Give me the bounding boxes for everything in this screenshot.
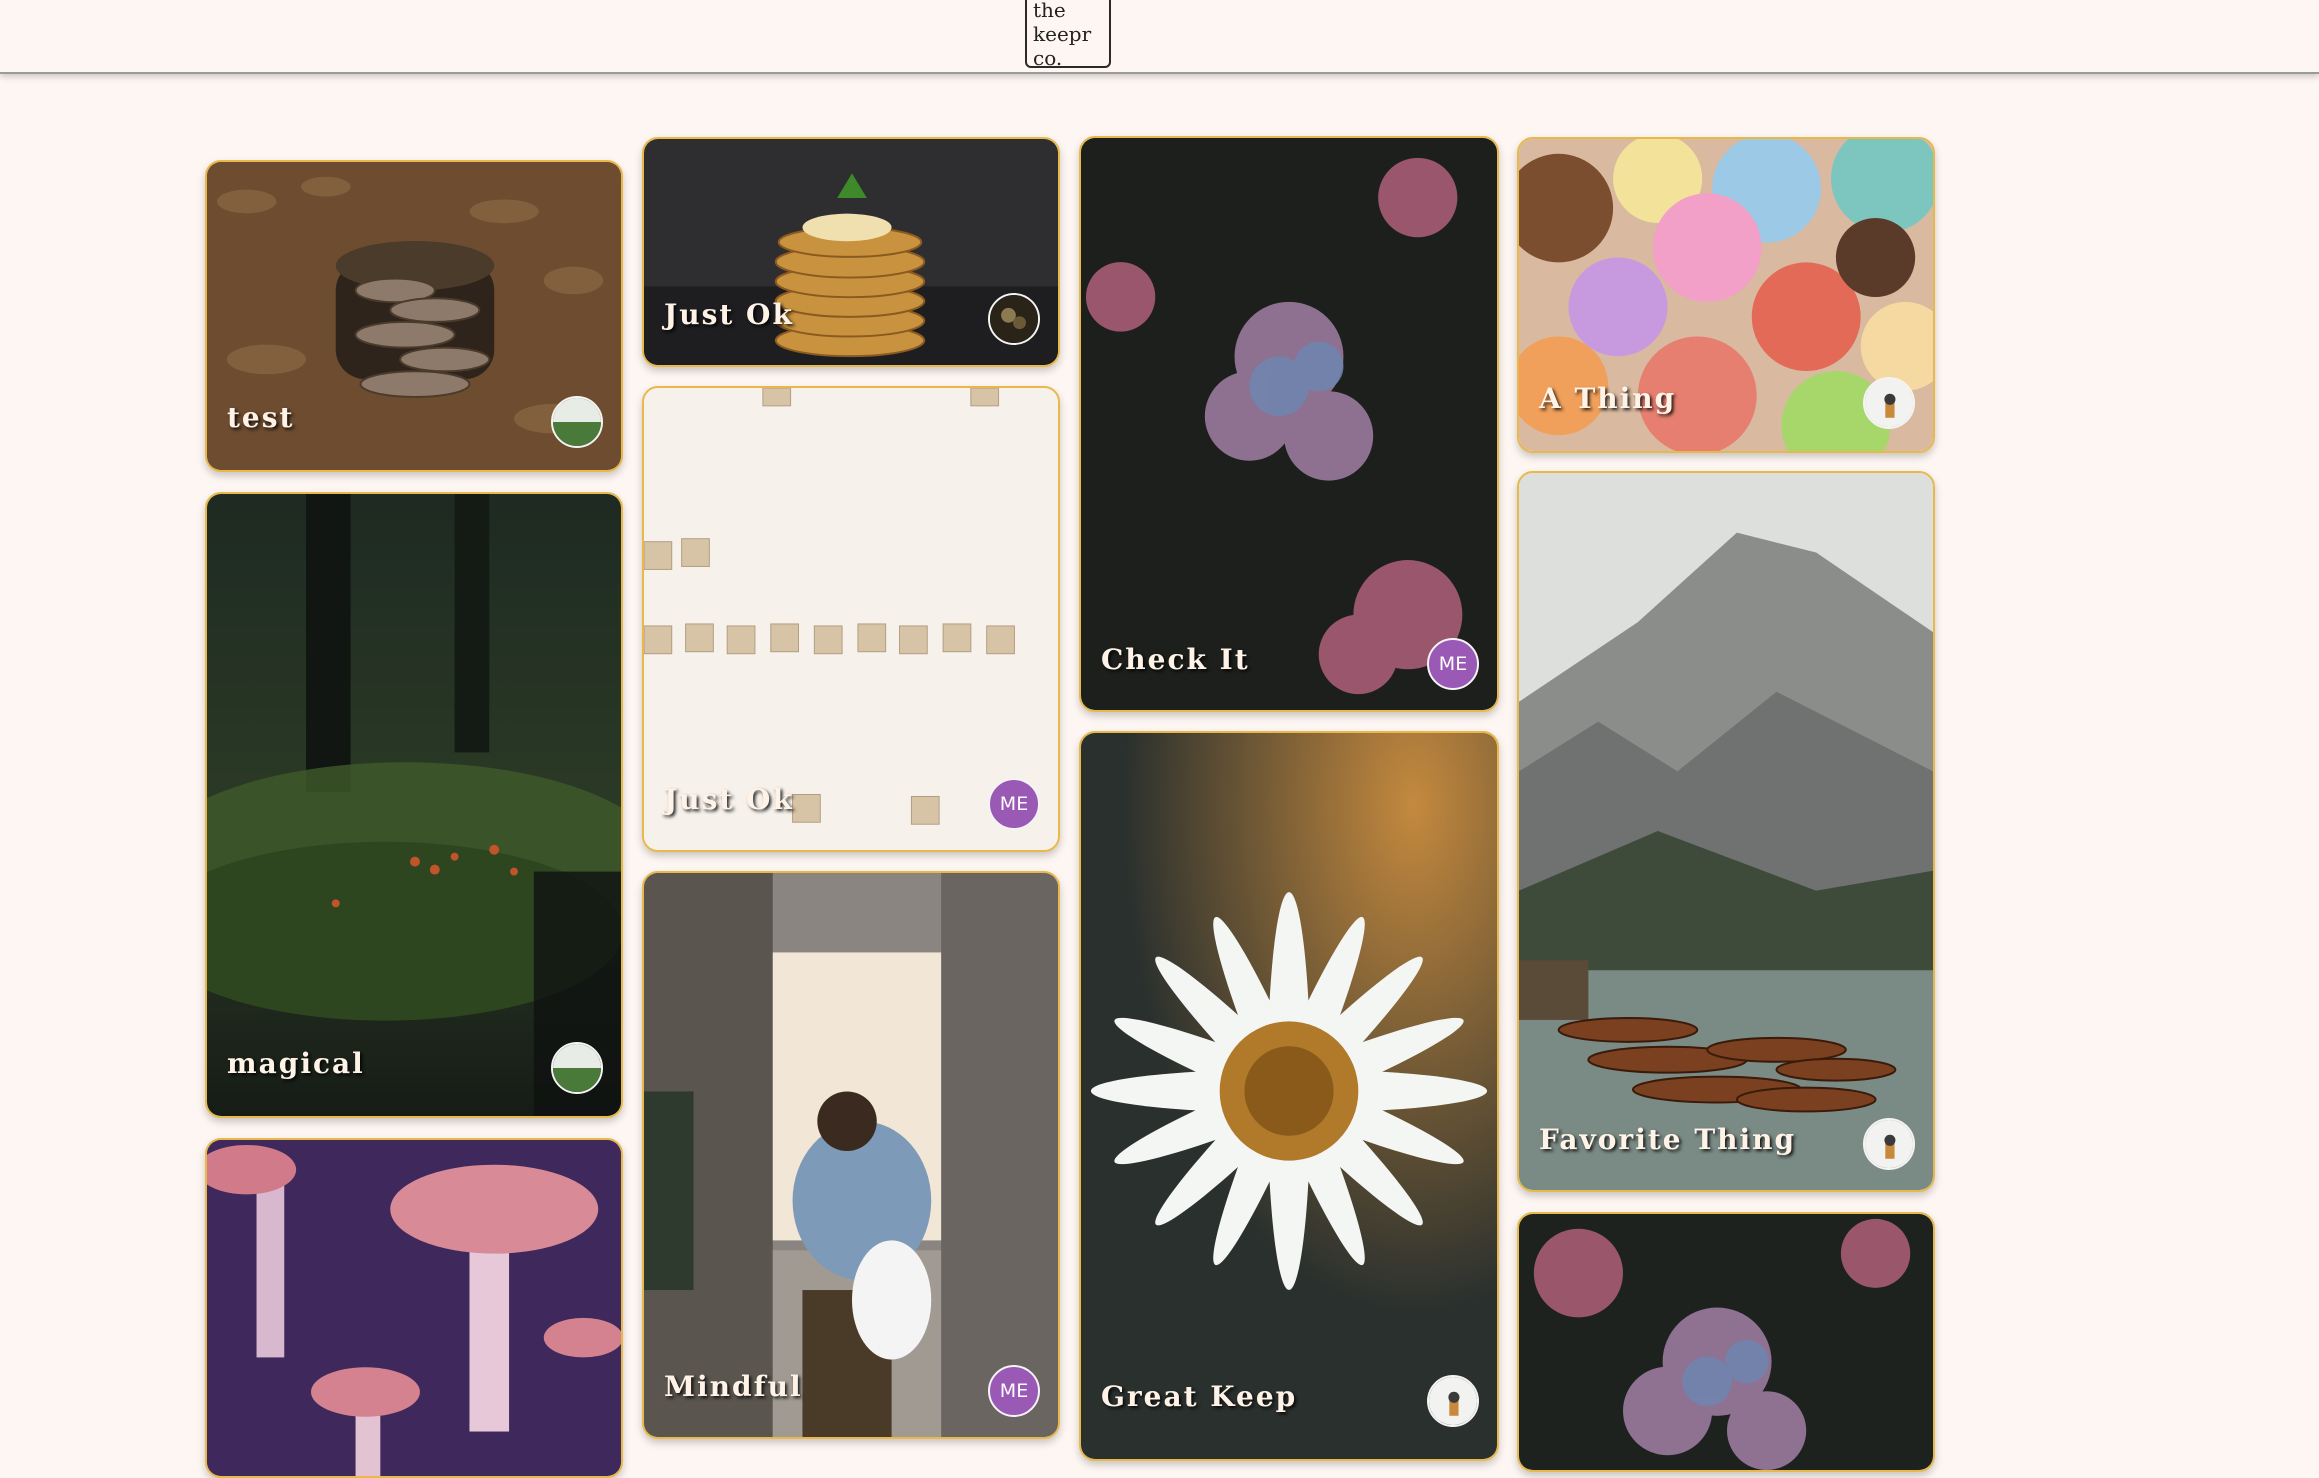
- keep-image: [207, 1140, 621, 1476]
- creator-avatar[interactable]: [1863, 1118, 1915, 1170]
- creator-avatar[interactable]: ME: [988, 1365, 1040, 1417]
- keep-title: Great Keep: [1101, 1380, 1298, 1413]
- keep-title: Mindful: [664, 1370, 803, 1403]
- logo-line-1: the: [1033, 0, 1066, 22]
- avatar-photo-icon: [1429, 1377, 1477, 1425]
- creator-avatar[interactable]: [1427, 1375, 1479, 1427]
- keep-image: [644, 388, 1058, 850]
- keep-image: [1519, 473, 1933, 1190]
- keep-card-a-thing[interactable]: A Thing: [1517, 137, 1935, 453]
- keep-image: [644, 873, 1058, 1437]
- logo-line-2: keepr: [1033, 22, 1092, 46]
- keep-image: [1519, 1214, 1933, 1470]
- keepr-logo[interactable]: the keepr co.: [1025, 0, 1111, 70]
- avatar-photo-icon: [1865, 1120, 1913, 1168]
- avatar-photo-icon: [553, 398, 601, 446]
- keep-card-mushrooms[interactable]: [205, 1138, 623, 1478]
- keep-image: [1081, 138, 1497, 710]
- keep-card-just-ok-pancakes[interactable]: Just Ok: [642, 137, 1060, 367]
- logo-line-3: co.: [1033, 46, 1063, 70]
- creator-avatar[interactable]: [1863, 377, 1915, 429]
- creator-avatar[interactable]: [551, 396, 603, 448]
- keep-title: Favorite Thing: [1539, 1123, 1797, 1156]
- avatar-photo-icon: [990, 295, 1038, 343]
- keep-card-hydrangea[interactable]: [1517, 1212, 1935, 1472]
- keep-title: A Thing: [1539, 382, 1677, 415]
- keep-image: [1081, 733, 1497, 1459]
- keep-title: magical: [227, 1047, 365, 1080]
- keep-title: Just Ok: [664, 298, 794, 331]
- keep-card-test[interactable]: test: [205, 160, 623, 472]
- keep-card-check-it[interactable]: Check It ME: [1079, 136, 1499, 712]
- navbar: the keepr co.: [0, 0, 2319, 74]
- keep-image: [207, 494, 621, 1116]
- keep-card-just-ok-positive[interactable]: Just Ok ME: [642, 386, 1060, 852]
- keep-card-magical[interactable]: magical: [205, 492, 623, 1118]
- keep-title: Check It: [1101, 643, 1250, 676]
- avatar-photo-icon: [553, 1044, 601, 1092]
- keep-title: Just Ok: [664, 783, 794, 816]
- avatar-photo-icon: [1865, 379, 1913, 427]
- keep-card-favorite-thing[interactable]: Favorite Thing: [1517, 471, 1935, 1192]
- creator-avatar[interactable]: ME: [1427, 638, 1479, 690]
- keep-card-mindful[interactable]: Mindful ME: [642, 871, 1060, 1439]
- keep-title: test: [227, 401, 295, 434]
- creator-avatar[interactable]: [988, 293, 1040, 345]
- keep-card-great-keep[interactable]: Great Keep: [1079, 731, 1499, 1461]
- creator-avatar[interactable]: ME: [988, 778, 1040, 830]
- creator-avatar[interactable]: [551, 1042, 603, 1094]
